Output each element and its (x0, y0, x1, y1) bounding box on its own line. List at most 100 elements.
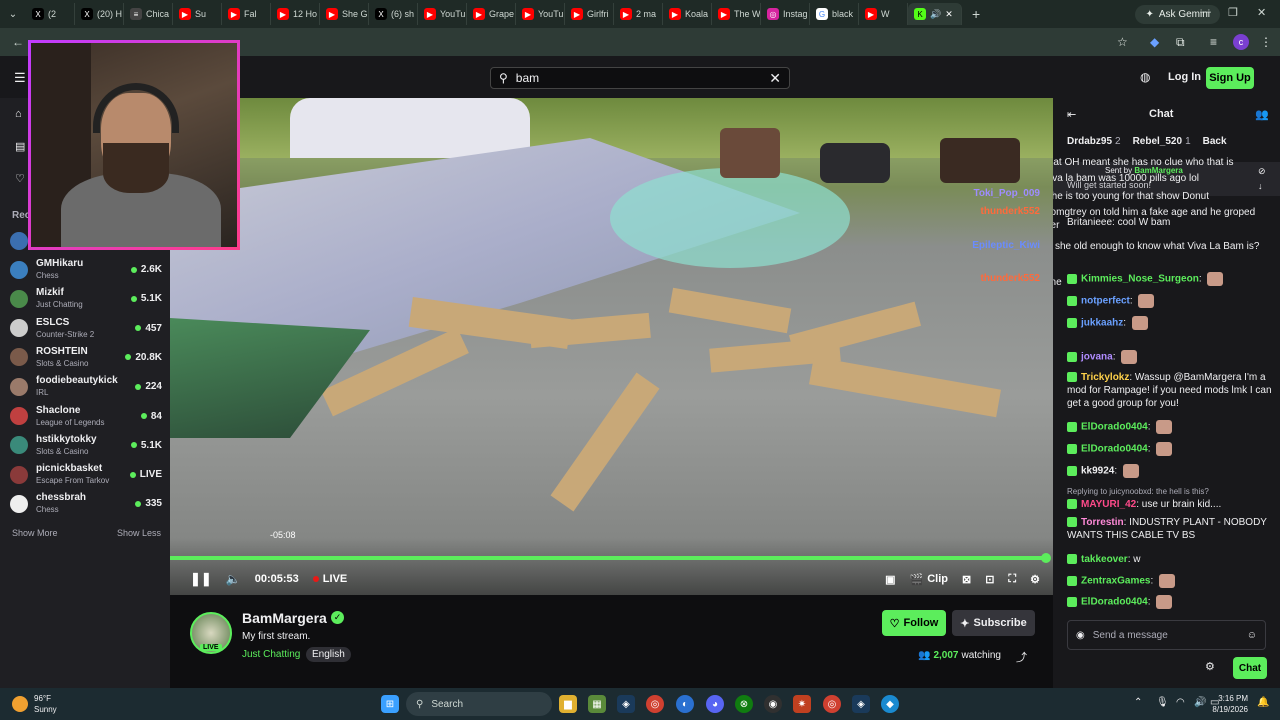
sidebar-channel[interactable]: ROSHTEIN Slots & Casino 20.8K (10, 346, 162, 369)
sidebar-channel[interactable]: ESLCS Counter-Strike 2 457 (10, 317, 162, 340)
progress-bar[interactable] (170, 553, 1051, 563)
chat-settings-icon[interactable]: ⚙ (1205, 660, 1215, 673)
bookmark-star-icon[interactable]: ☆ (1117, 35, 1128, 49)
taskbar-search[interactable]: ⚲ Search (406, 692, 552, 716)
tab-active-twitch[interactable]: K 🔊 ✕ (908, 3, 962, 25)
new-tab-icon[interactable]: + (972, 6, 980, 22)
minecraft-icon[interactable]: ▦ (588, 695, 606, 713)
chat-username[interactable]: Trickylokz (1081, 372, 1129, 383)
browser-tab[interactable]: ▶ Koala (663, 3, 712, 25)
chrome-active-icon[interactable]: ◎ (823, 695, 841, 713)
notifications-icon[interactable]: 🔔 (1257, 697, 1269, 708)
tab-list-icon[interactable]: ⌄ (4, 5, 22, 23)
browser-tab[interactable]: ≡ Chica (124, 3, 173, 25)
clip-button[interactable]: 🎬 Clip (910, 573, 948, 586)
browser-tab[interactable]: ▶ 12 Ho (271, 3, 320, 25)
browser-tab[interactable]: X (6) sh (369, 3, 418, 25)
chat-username[interactable]: MAYURI_42 (1081, 499, 1136, 510)
profile-avatar[interactable]: c (1233, 34, 1249, 50)
chat-input[interactable]: ◉ Send a message ☺ (1067, 620, 1266, 650)
chrome-icon[interactable]: ◎ (646, 695, 664, 713)
browser-tab[interactable]: X (2 (26, 3, 75, 25)
app-icon[interactable]: ✷ (793, 695, 811, 713)
sidebar-channel[interactable]: GMHikaru Chess 2.6K (10, 258, 162, 281)
chat-username[interactable]: jovana (1081, 352, 1113, 363)
sidebar-channel[interactable]: Shaclone League of Legends 84 (10, 405, 162, 428)
leaderboard-entry[interactable]: Drdabz95 2 (1067, 136, 1121, 147)
chat-username[interactable]: Torrestin (1081, 517, 1124, 528)
chat-username[interactable]: ElDorado0404 (1081, 422, 1148, 433)
first-channel-avatar[interactable] (10, 232, 28, 250)
globe-icon[interactable]: ◍ (1140, 70, 1150, 84)
maximize-icon[interactable]: ❐ (1228, 6, 1238, 19)
steam-icon[interactable]: ◈ (852, 695, 870, 713)
browser-tab[interactable]: ▶ W (859, 3, 908, 25)
browser-tab[interactable]: ▶ Su (173, 3, 222, 25)
browser-tab[interactable]: ▶ YouTu (516, 3, 565, 25)
browser-tab[interactable]: ▶ She G (320, 3, 369, 25)
extension-icon[interactable]: ◆ (1150, 35, 1159, 49)
sidebar-channel[interactable]: hstikkytokky Slots & Casino 5.1K (10, 434, 162, 457)
video-player[interactable] (170, 98, 1053, 595)
streamer-webcam[interactable] (28, 40, 240, 250)
home-icon[interactable]: ⌂ (15, 108, 22, 120)
sidebar-channel[interactable]: chessbrah Chess 335 (10, 492, 162, 515)
language-tag[interactable]: English (306, 647, 351, 662)
browser-tab[interactable]: ▶ YouTu (418, 3, 467, 25)
app-icon[interactable]: ◐ (676, 695, 694, 713)
browser-tab[interactable]: ▶ Girlfri (565, 3, 614, 25)
chat-overlay-icon[interactable]: ⊠ (962, 573, 971, 586)
mic-icon[interactable]: 🎙 (1156, 697, 1169, 708)
weather-widget[interactable]: 96°F Sunny (12, 693, 57, 715)
sidebar-channel[interactable]: picnickbasket Escape From Tarkov LIVE (10, 463, 162, 486)
settings-icon[interactable]: ⚙ (1030, 573, 1040, 586)
login-button[interactable]: Log In (1168, 71, 1201, 83)
speaker-icon[interactable]: 🔊 (1194, 697, 1206, 708)
chat-username[interactable]: jukkaahz (1081, 318, 1123, 329)
clock[interactable]: 3:16 PM 8/19/2026 (1212, 693, 1248, 715)
chat-username[interactable]: ElDorado0404 (1081, 597, 1148, 608)
puzzle-icon[interactable]: ⧉ (1176, 35, 1185, 50)
users-icon[interactable]: 👥 (1255, 108, 1269, 121)
browser-tab[interactable]: ▶ 2 ma (614, 3, 663, 25)
close-window-icon[interactable]: ✕ (1257, 6, 1266, 19)
chat-username[interactable]: takkeover (1081, 554, 1128, 565)
collapse-chat-icon[interactable]: ⇤ (1067, 108, 1076, 121)
browser-tab[interactable]: ▶ Fal (222, 3, 271, 25)
minimize-icon[interactable]: — (1200, 6, 1211, 18)
show-less-link[interactable]: Show Less (117, 528, 161, 538)
sidebar-channel[interactable]: foodiebeautykick IRL 224 (10, 375, 162, 398)
tray-chevron-icon[interactable]: ⌃ (1134, 697, 1142, 708)
leaderboard-entry[interactable]: Rebel_520 1 (1133, 136, 1191, 147)
clear-search-icon[interactable]: ✕ (769, 70, 781, 87)
leaderboard-entry[interactable]: Back (1203, 136, 1230, 147)
back-icon[interactable]: ← (12, 35, 24, 49)
close-tab-icon[interactable]: ✕ (945, 9, 953, 20)
emote-icon[interactable]: ☺ (1247, 630, 1257, 641)
channel-name[interactable]: BamMargera (242, 610, 327, 626)
follow-button[interactable]: ♡ Follow (882, 610, 946, 636)
hamburger-menu-icon[interactable]: ☰ (14, 70, 26, 86)
steam-icon[interactable]: ◈ (617, 695, 635, 713)
browser-tab[interactable]: ◎ Instag (761, 3, 810, 25)
app-icon[interactable]: ◆ (881, 695, 899, 713)
theatre-mode-icon[interactable]: ▣ (885, 573, 895, 586)
signup-button[interactable]: Sign Up (1206, 67, 1254, 89)
chat-username[interactable]: ElDorado0404 (1081, 444, 1148, 455)
bits-icon[interactable]: ◉ (1076, 630, 1085, 641)
browser-tab[interactable]: Gblack (810, 3, 859, 25)
progress-knob[interactable] (1041, 553, 1051, 563)
sidebar-channel[interactable]: Mizkif Just Chatting 5.1K (10, 287, 162, 310)
volume-icon[interactable]: 🔈 (226, 572, 241, 586)
pip-icon[interactable]: ⊡ (985, 573, 994, 586)
obs-icon[interactable]: ◉ (764, 695, 782, 713)
chat-username[interactable]: ZentraxGames (1081, 576, 1150, 587)
chat-username[interactable]: notperfect (1081, 296, 1130, 307)
reading-list-icon[interactable]: ≡ (1210, 35, 1217, 49)
category-link[interactable]: Just Chatting (242, 649, 300, 660)
browser-tab[interactable]: ▶ Grape (467, 3, 516, 25)
browser-tab[interactable]: X (20) H (75, 3, 124, 25)
share-icon[interactable]: ⤴ (1016, 649, 1027, 665)
search-input[interactable]: ⚲ bam ✕ (490, 67, 790, 89)
wifi-icon[interactable]: ◠ (1176, 697, 1185, 708)
